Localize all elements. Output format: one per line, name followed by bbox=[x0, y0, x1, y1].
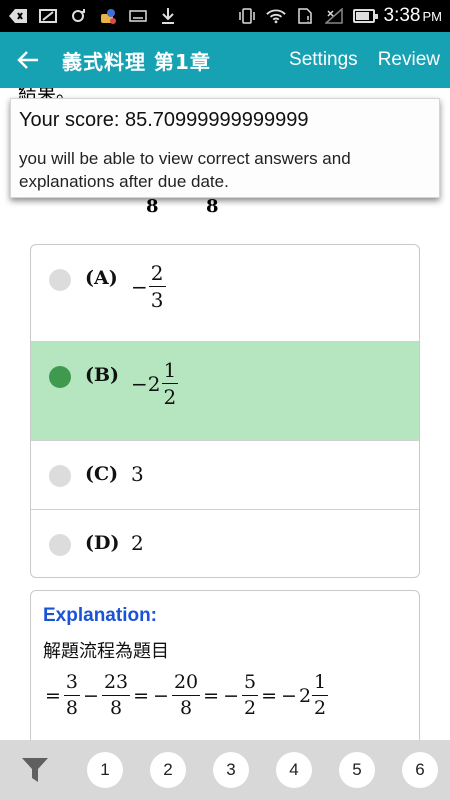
review-button[interactable]: Review bbox=[368, 32, 450, 88]
image-icon bbox=[38, 7, 58, 25]
page-button-2[interactable]: 2 bbox=[150, 752, 186, 788]
fraction: 52 bbox=[242, 673, 259, 719]
denominator: 2 bbox=[244, 697, 257, 719]
back-arrow-icon bbox=[17, 51, 38, 69]
option-a[interactable]: (A) − 2 3 bbox=[31, 245, 419, 342]
fraction: 20 8 bbox=[171, 673, 201, 719]
minus-sign: − bbox=[153, 684, 169, 707]
page-button-3[interactable]: 3 bbox=[213, 752, 249, 788]
filter-button[interactable] bbox=[0, 740, 70, 800]
minus-sign: − bbox=[83, 684, 99, 707]
clock: 3:38 PM bbox=[384, 5, 442, 27]
explanation-equation: = 38 − 23 8 = − 20 8 = − 52 = − 2 12 bbox=[43, 673, 407, 718]
denominator: 8 bbox=[180, 697, 193, 719]
wifi-icon bbox=[265, 7, 286, 25]
numerator: 3 bbox=[63, 673, 81, 696]
radio-button[interactable] bbox=[49, 534, 71, 556]
numerator: 23 bbox=[101, 673, 131, 696]
fraction: 1 2 bbox=[161, 358, 179, 409]
page-button-6[interactable]: 6 bbox=[402, 752, 438, 788]
equals-sign: = bbox=[261, 684, 278, 707]
explanation-title: Explanation: bbox=[43, 605, 158, 626]
radio-button[interactable] bbox=[49, 269, 71, 291]
numerator: 1 bbox=[312, 673, 329, 696]
fraction: 2 3 bbox=[148, 261, 166, 312]
filter-icon bbox=[22, 758, 48, 782]
app-icon bbox=[98, 7, 118, 25]
denominator: 2 bbox=[314, 697, 327, 719]
option-value: − 2 1 2 bbox=[131, 360, 179, 407]
answer-options: (A) − 2 3 (B) − 2 1 2 (C) 3 (D) 2 bbox=[30, 244, 420, 578]
option-b[interactable]: (B) − 2 1 2 bbox=[31, 342, 419, 441]
equals-sign: = bbox=[203, 684, 220, 707]
score-popup[interactable]: Your score: 85.70999999999999 you will b… bbox=[10, 98, 440, 198]
back-button[interactable] bbox=[0, 32, 56, 88]
minus-sign: − bbox=[281, 684, 297, 707]
question-denominator: 8 bbox=[206, 196, 219, 217]
equals-sign: = bbox=[133, 684, 150, 707]
minus-sign: − bbox=[131, 371, 148, 396]
whole-number: 2 bbox=[298, 684, 312, 707]
sync-icon bbox=[68, 7, 88, 25]
download-icon bbox=[158, 7, 178, 25]
app-bar: 義式料理 第1章 Settings Review bbox=[0, 32, 450, 88]
fraction: 23 8 bbox=[101, 673, 131, 719]
denominator: 8 bbox=[109, 697, 123, 719]
whole-number: 2 bbox=[147, 371, 161, 396]
score-message: you will be able to view correct answers… bbox=[19, 149, 351, 191]
option-label: (C) bbox=[85, 463, 119, 485]
page-button-1[interactable]: 1 bbox=[87, 752, 123, 788]
page-title: 義式料理 第1章 bbox=[62, 49, 211, 74]
radio-button-selected[interactable] bbox=[49, 366, 71, 388]
fraction: 12 bbox=[312, 673, 329, 719]
explanation-card: Explanation: 解題流程為題目 = 38 − 23 8 = − 20 8 … bbox=[30, 590, 420, 740]
battery-icon bbox=[352, 9, 378, 23]
denominator: 2 bbox=[163, 385, 177, 409]
settings-button[interactable]: Settings bbox=[279, 32, 368, 88]
minus-sign: − bbox=[131, 274, 148, 299]
denominator: 3 bbox=[150, 288, 164, 312]
numerator: 5 bbox=[242, 673, 259, 696]
option-value: 2 bbox=[131, 531, 144, 555]
equals-sign: = bbox=[45, 684, 61, 707]
option-d[interactable]: (D) 2 bbox=[31, 510, 419, 577]
option-value: 3 bbox=[131, 462, 144, 486]
vibrate-icon bbox=[237, 7, 257, 25]
question-denominator: 8 bbox=[146, 196, 159, 217]
fraction: 38 bbox=[63, 673, 81, 719]
bottom-bar: 1 2 3 4 5 6 bbox=[0, 740, 450, 800]
score-text: Your score: 85.70999999999999 bbox=[19, 109, 309, 131]
denominator: 8 bbox=[65, 697, 79, 719]
status-bar: 3:38 PM bbox=[0, 0, 450, 32]
numerator: 1 bbox=[161, 358, 179, 384]
option-label: (B) bbox=[85, 364, 120, 386]
option-value: − 2 3 bbox=[131, 263, 167, 310]
back-arrow-icon bbox=[8, 7, 28, 25]
radio-button[interactable] bbox=[49, 465, 71, 487]
option-c[interactable]: (C) 3 bbox=[31, 441, 419, 510]
explanation-text: 解題流程為題目 bbox=[43, 641, 169, 662]
numerator: 2 bbox=[148, 261, 166, 287]
option-label: (A) bbox=[85, 267, 118, 289]
keyboard-icon bbox=[128, 7, 148, 25]
clock-ampm: PM bbox=[422, 9, 443, 24]
numerator: 20 bbox=[171, 673, 201, 696]
minus-sign: − bbox=[223, 684, 239, 707]
sim-icon bbox=[295, 7, 315, 25]
option-label: (D) bbox=[85, 532, 120, 554]
page-button-4[interactable]: 4 bbox=[276, 752, 312, 788]
signal-icon bbox=[324, 7, 344, 25]
clock-time: 3:38 bbox=[383, 5, 421, 26]
page-button-5[interactable]: 5 bbox=[339, 752, 375, 788]
